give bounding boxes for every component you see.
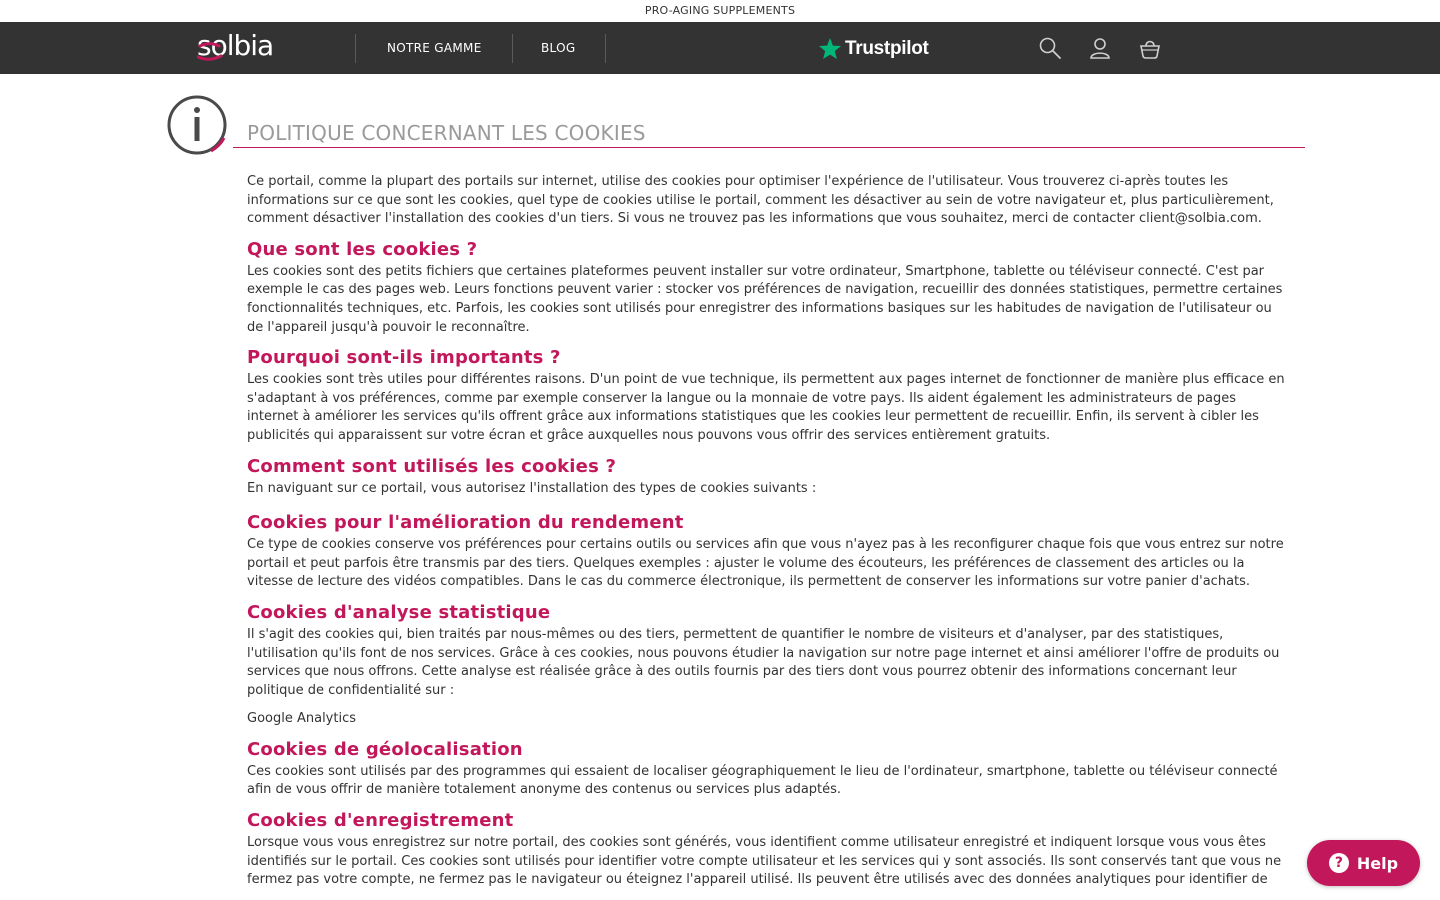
section-heading: Cookies pour l'amélioration du rendement [247, 512, 684, 534]
promo-text: PRO-AGING SUPPLEMENTS [644, 4, 796, 17]
user-icon[interactable] [1088, 36, 1112, 60]
section-heading: Comment sont utilisés les cookies ? [247, 455, 617, 477]
trustpilot-star-icon [819, 38, 841, 59]
nav-link-blog[interactable]: BLOG [541, 22, 575, 74]
section-heading: Cookies de géolocalisation [247, 738, 523, 760]
promo-bar: PRO-AGING SUPPLEMENTS [0, 0, 1440, 22]
section-heading: Cookies d'enregistrement [247, 810, 514, 832]
help-question-icon: ? [1328, 853, 1349, 873]
section-heading: Pourquoi sont-ils importants ? [247, 347, 561, 369]
logo-wordmark: solbia [197, 31, 273, 62]
title-divider [233, 147, 1305, 148]
nav-divider [605, 34, 606, 63]
section-body: Ce type de cookies conserve vos préféren… [247, 537, 1284, 590]
section-body: Lorsque vous vous enregistrez sur notre … [247, 835, 1282, 888]
section-body: Il s'agit des cookies qui, bien traités … [247, 626, 1280, 698]
search-icon[interactable] [1038, 36, 1062, 60]
trustpilot-label: Trustpilot [845, 38, 929, 59]
section-heading: Que sont les cookies ? [247, 238, 478, 260]
section-heading: Cookies d'analyse statistique [247, 601, 551, 623]
solbia-logo[interactable]: solbia [197, 31, 297, 65]
help-label: Help [1356, 853, 1399, 873]
nav-divider [512, 34, 513, 63]
nav-divider [355, 34, 356, 63]
section-body: En naviguant sur ce portail, vous autori… [247, 480, 817, 496]
google-analytics-link[interactable]: Google Analytics [247, 710, 1289, 729]
policy-content: Ce portail, comme la plupart des portail… [247, 173, 1289, 890]
trustpilot-widget[interactable]: Trustpilot [818, 34, 929, 64]
info-icon [167, 95, 227, 155]
section-body: Les cookies sont des petits fichiers que… [247, 263, 1283, 335]
nav-link-notre-gamme[interactable]: NOTRE GAMME [387, 22, 482, 74]
main-navbar: solbia NOTRE GAMME BLOG Trustpilot [0, 22, 1440, 74]
section-body: Ces cookies sont utilisés par des progra… [247, 763, 1278, 798]
intro-paragraph: Ce portail, comme la plupart des portail… [247, 174, 1274, 227]
cart-icon[interactable] [1138, 36, 1162, 60]
help-button[interactable]: ? Help [1307, 840, 1420, 886]
section-body: Les cookies sont très utiles pour différ… [247, 372, 1285, 443]
page-title: POLITIQUE CONCERNANT LES COOKIES [247, 121, 646, 145]
